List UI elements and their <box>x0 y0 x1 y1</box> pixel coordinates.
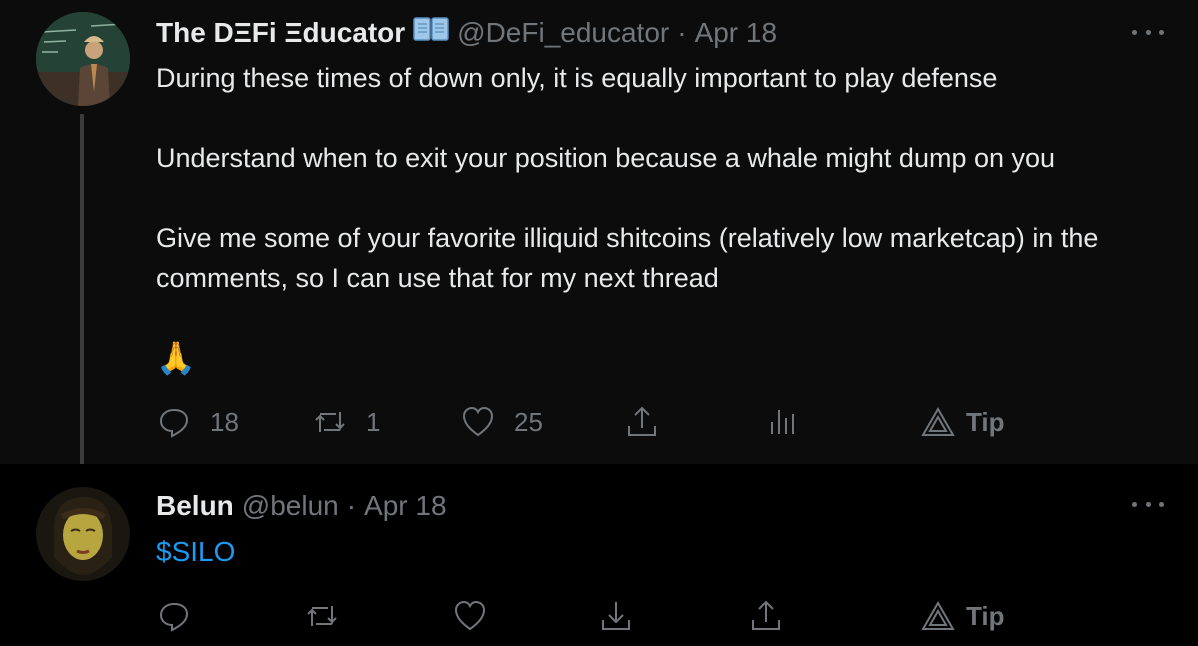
share-button[interactable] <box>624 402 660 442</box>
tip-icon <box>921 406 955 436</box>
tweet-belun-reply[interactable]: Belun @belun · Apr 18 $SILO Tip <box>0 464 1198 646</box>
reply-count: 18 <box>210 406 239 437</box>
tweet-text: During these times of down only, it is e… <box>156 58 1166 390</box>
tweet-paragraph: During these times of down only, it is e… <box>156 63 998 93</box>
like-icon <box>454 600 486 631</box>
retweet-button[interactable] <box>304 596 340 636</box>
tip-button[interactable]: Tip <box>920 402 1005 442</box>
share-icon <box>752 600 780 630</box>
book-icon <box>413 16 449 49</box>
cashtag-link[interactable]: $SILO <box>156 536 235 567</box>
tweet-text: $SILO <box>156 532 1166 572</box>
share-button[interactable] <box>748 596 784 636</box>
reply-button[interactable] <box>156 596 192 636</box>
tweet-header: The DΞFi Ξducator @DeFi_educator · Apr 1… <box>156 16 777 49</box>
like-count: 25 <box>514 406 543 437</box>
author-name[interactable]: Belun <box>156 490 234 522</box>
more-icon[interactable] <box>1132 494 1164 514</box>
thread-connector-line <box>80 114 84 478</box>
retweet-icon <box>307 606 337 626</box>
avatar-teacher-image <box>36 12 130 106</box>
avatar[interactable] <box>36 487 130 581</box>
pray-emoji: 🙏 <box>156 340 196 376</box>
avatar-portrait-image <box>36 487 130 581</box>
tweet-date[interactable]: Apr 18 <box>364 490 447 522</box>
retweet-count: 1 <box>366 406 381 437</box>
tweet-actions: 18 1 25 Tip <box>156 402 1056 442</box>
tip-icon <box>921 600 955 630</box>
tweet-date[interactable]: Apr 18 <box>695 17 778 49</box>
avatar[interactable] <box>36 12 130 106</box>
separator-dot: · <box>677 16 687 48</box>
like-button[interactable]: 25 <box>460 402 543 442</box>
tweet-header: Belun @belun · Apr 18 <box>156 490 447 522</box>
reply-icon <box>159 408 189 438</box>
tip-button[interactable]: Tip <box>920 596 1005 636</box>
tweet-actions: Tip <box>156 596 1056 636</box>
author-handle[interactable]: @DeFi_educator <box>457 17 669 49</box>
reply-button[interactable]: 18 <box>156 402 239 442</box>
tweet-paragraph: Give me some of your favorite illiquid s… <box>156 223 1099 293</box>
analytics-button[interactable] <box>764 402 800 442</box>
retweet-icon <box>315 412 345 432</box>
like-button[interactable] <box>452 596 488 636</box>
download-button[interactable] <box>598 596 634 636</box>
analytics-icon <box>771 410 794 434</box>
reply-icon <box>159 602 189 632</box>
tweet-paragraph: Understand when to exit your position be… <box>156 143 1056 173</box>
tweet-defi-educator[interactable]: The DΞFi Ξducator @DeFi_educator · Apr 1… <box>0 0 1198 478</box>
retweet-button[interactable]: 1 <box>312 402 380 442</box>
download-icon <box>602 602 630 630</box>
share-icon <box>628 406 656 436</box>
like-icon <box>462 406 494 437</box>
author-name[interactable]: The DΞFi Ξducator <box>156 17 405 49</box>
tip-label: Tip <box>966 406 1005 437</box>
separator-dot: · <box>346 490 357 521</box>
author-handle[interactable]: @belun <box>242 490 339 522</box>
more-icon[interactable] <box>1132 22 1164 42</box>
tip-label: Tip <box>966 600 1005 631</box>
